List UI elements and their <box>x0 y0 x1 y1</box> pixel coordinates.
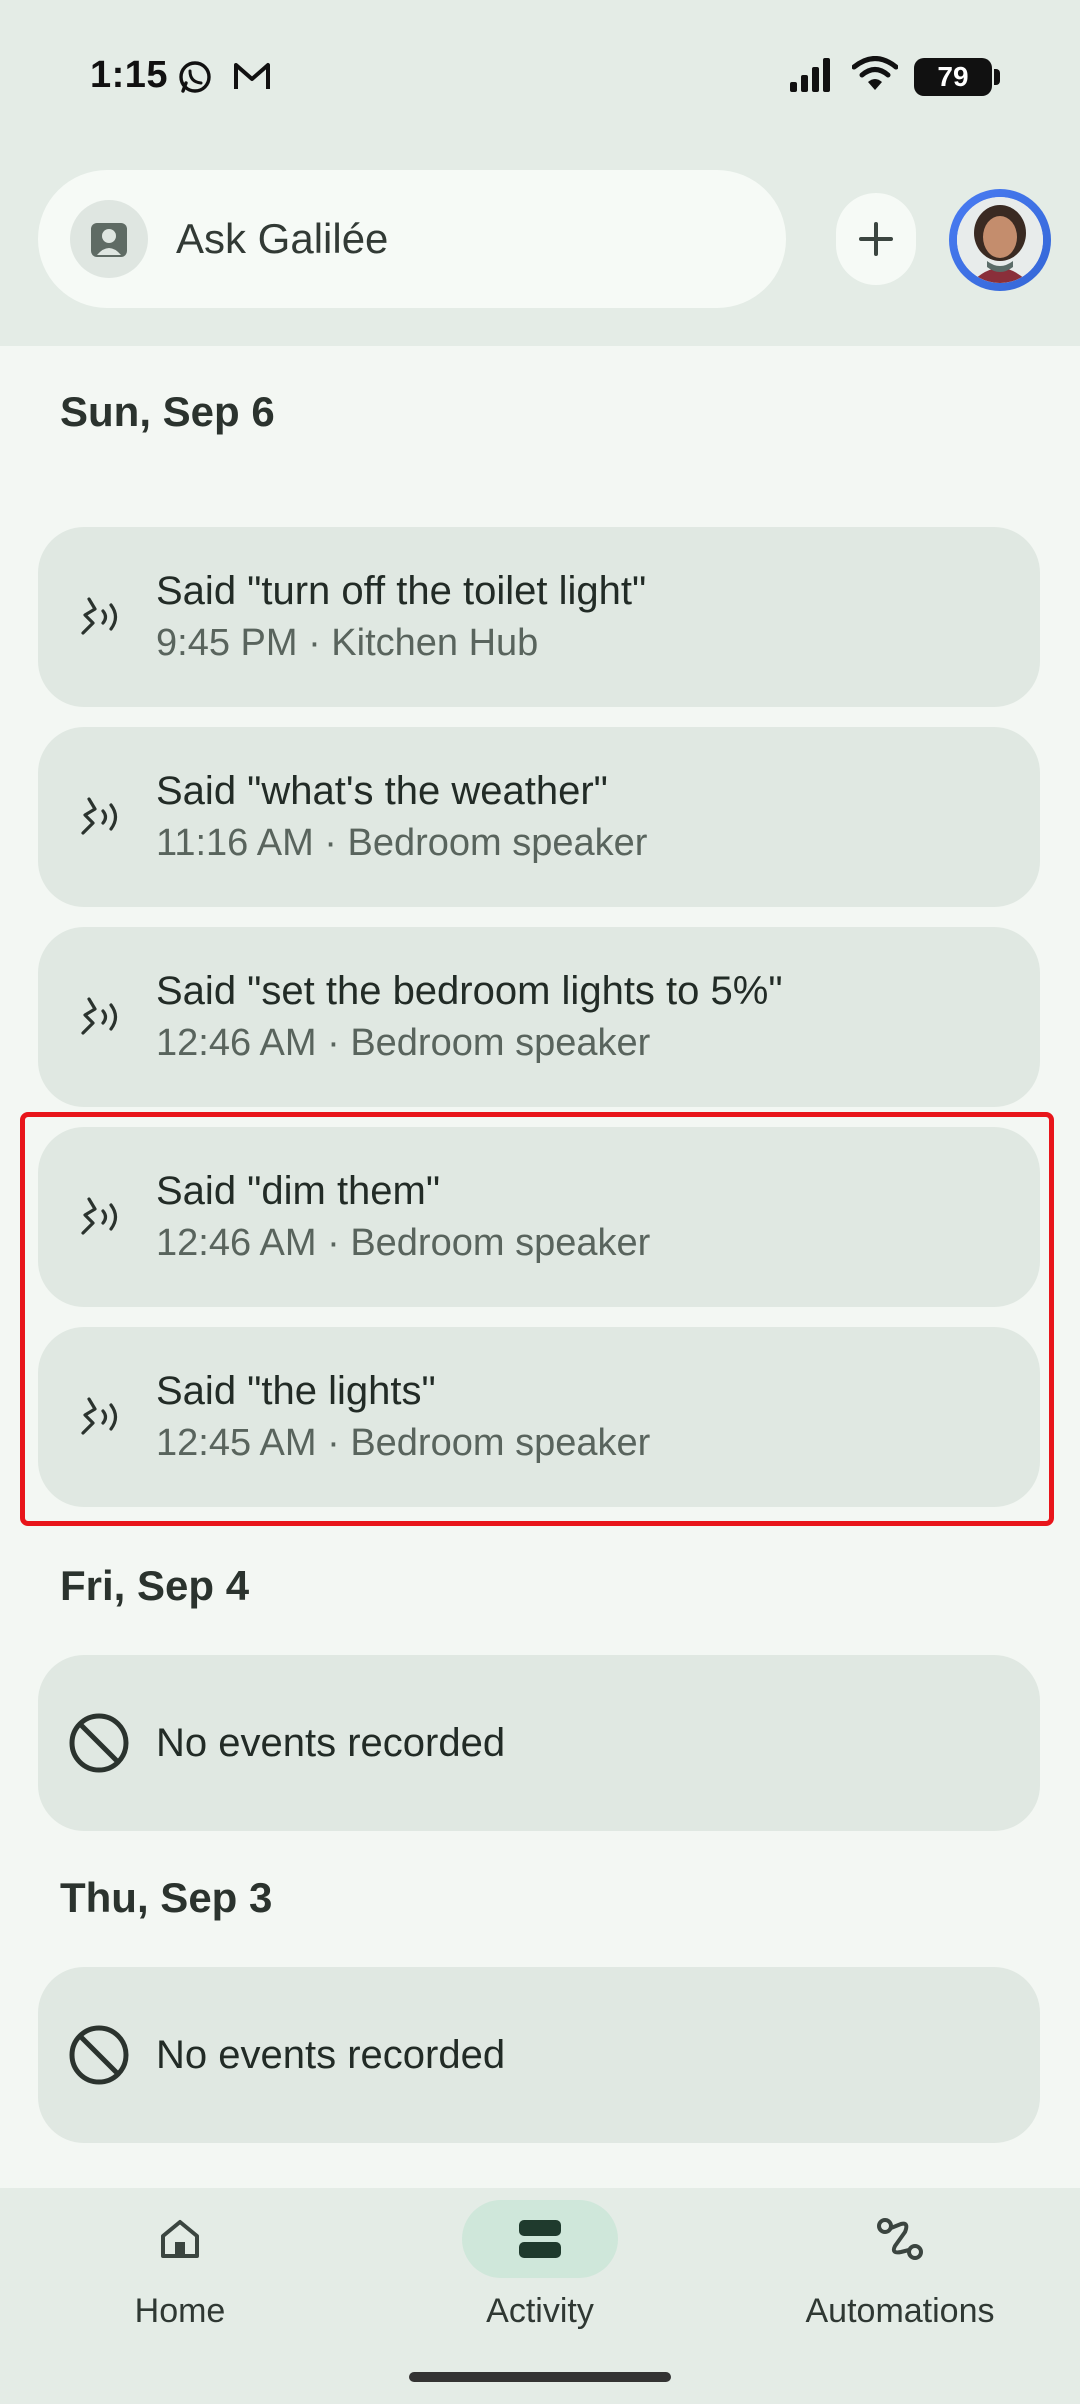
battery-level: 79 <box>937 60 969 92</box>
block-icon <box>66 2022 132 2088</box>
section-date-fri-sep-4: Fri, Sep 4 <box>60 1562 250 1609</box>
add-button[interactable] <box>836 193 916 285</box>
activity-card[interactable]: Said "set the bedroom lights to 5%" 12:4… <box>38 927 1040 1107</box>
activity-subtitle: 9:45 PM · Kitchen Hub <box>156 622 539 665</box>
gmail-icon <box>232 61 272 98</box>
voice-icon <box>66 784 132 850</box>
home-indicator[interactable] <box>409 2372 671 2382</box>
whatsapp-icon <box>176 58 214 101</box>
nav-item-home[interactable]: Home <box>0 2188 360 2378</box>
activity-title: Said "what's the weather" <box>156 769 608 814</box>
voice-icon <box>66 984 132 1050</box>
status-bar: 1:15 79 <box>0 0 1080 160</box>
empty-events-text: No events recorded <box>156 2032 506 2077</box>
activity-card[interactable]: Said "what's the weather" 11:16 AM · Bed… <box>38 727 1040 907</box>
activity-title: Said "turn off the toilet light" <box>156 569 647 614</box>
activity-card[interactable]: Said "turn off the toilet light" 9:45 PM… <box>38 527 1040 707</box>
activity-icon <box>462 2200 618 2278</box>
home-icon <box>102 2200 258 2278</box>
activity-title: Said "set the bedroom lights to 5%" <box>156 969 783 1014</box>
battery-icon: 79 <box>914 57 1000 96</box>
status-right: 79 <box>788 56 1000 97</box>
notification-icons <box>176 58 272 101</box>
activity-subtitle: 12:46 AM · Bedroom speaker <box>156 1022 651 1065</box>
plus-icon <box>859 222 893 256</box>
wifi-icon <box>851 56 899 97</box>
nav-label-activity: Activity <box>486 2292 594 2330</box>
signal-icon <box>788 56 836 97</box>
automations-icon <box>822 2200 978 2278</box>
nav-item-activity[interactable]: Activity <box>360 2188 720 2378</box>
nav-label-automations: Automations <box>805 2292 995 2330</box>
search-bar[interactable]: Ask Galilée <box>38 170 786 308</box>
empty-events-card: No events recorded <box>38 1967 1040 2143</box>
empty-events-text: No events recorded <box>156 1720 506 1765</box>
activity-subtitle: 11:16 AM · Bedroom speaker <box>156 822 648 865</box>
empty-events-card: No events recorded <box>38 1655 1040 1831</box>
avatar-photo <box>957 197 1043 283</box>
voice-icon <box>66 584 132 650</box>
section-date-thu-sep-3: Thu, Sep 3 <box>60 1874 273 1921</box>
assistant-icon <box>70 200 148 278</box>
nav-label-home: Home <box>134 2292 226 2330</box>
highlight-box <box>20 1112 1054 1526</box>
profile-avatar[interactable] <box>949 189 1051 291</box>
status-time: 1:15 <box>90 54 169 96</box>
section-date-sun-sep-6: Sun, Sep 6 <box>60 388 275 435</box>
nav-item-automations[interactable]: Automations <box>720 2188 1080 2378</box>
search-placeholder: Ask Galilée <box>176 215 389 262</box>
block-icon <box>66 1710 132 1776</box>
